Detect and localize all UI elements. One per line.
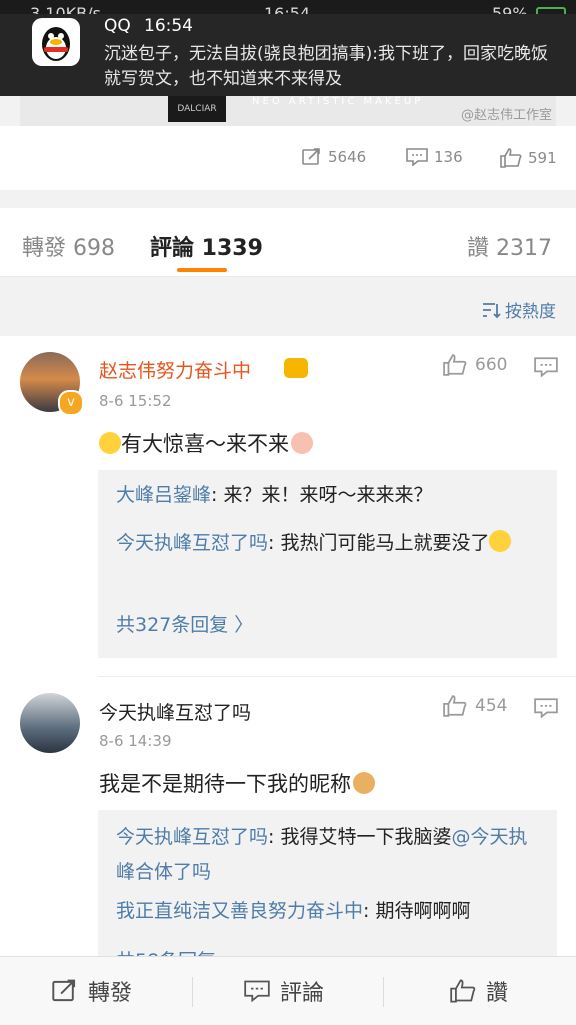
reply-user[interactable]: 大峰吕鋆峰 [116, 484, 211, 506]
comment-like-count: 660 [475, 355, 508, 375]
comment-button[interactable]: 評論 [244, 975, 324, 1007]
comment-text: 我是不是期待一下我的昵称 [99, 768, 375, 798]
sort-icon [483, 302, 501, 318]
like-count: 591 [528, 149, 557, 167]
like-label: 讚 [486, 981, 509, 1006]
comment-date: 8-6 15:52 [99, 392, 172, 410]
reply-user[interactable]: 今天执峰互怼了吗 [116, 532, 268, 554]
post-image-strip[interactable]: DALCIAR NEO ARTISTIC MAKEUP @赵志伟工作室 [20, 96, 556, 126]
comment-divider [98, 676, 576, 677]
post-stats: 5646 136 591 [0, 126, 576, 190]
thumbs-up-icon [450, 979, 476, 1003]
comment-list: v 赵志伟努力奋斗中 8-6 15:52 660 有大惊喜～来不来 大峰吕鋆峰:… [0, 336, 576, 956]
active-tab-indicator [177, 268, 227, 272]
comment-stat[interactable]: 136 [406, 148, 463, 166]
comment-date: 8-6 14:39 [99, 732, 172, 750]
reply-item: 今天执峰互怼了吗: 我热门可能马上就要没了 [116, 526, 546, 561]
verified-badge-icon: v [58, 390, 84, 416]
notification-app-name: QQ [104, 16, 131, 36]
smile-emoji-icon [489, 530, 512, 552]
comment-label: 評論 [280, 981, 325, 1006]
comment-count: 136 [434, 148, 463, 166]
comment-author[interactable]: 赵志伟努力奋斗中 [99, 356, 251, 383]
doge-emoji-icon [353, 772, 375, 794]
reply-comment-icon[interactable] [534, 356, 558, 378]
separator [383, 977, 384, 1007]
comment-icon [406, 148, 428, 166]
vip-crown-icon [284, 358, 308, 378]
comment-text: 有大惊喜～来不来 [99, 428, 313, 458]
tab-likes[interactable]: 讚 2317 [467, 230, 552, 262]
cute-emoji-icon [291, 432, 313, 454]
reply-user[interactable]: 我正直纯洁又善良努力奋斗中 [116, 900, 363, 922]
image-tagline: NEO ARTISTIC MAKEUP [252, 96, 424, 107]
like-stat[interactable]: 591 [500, 148, 557, 168]
avatar[interactable] [20, 693, 80, 753]
separator [192, 977, 193, 1007]
notification-message: 沉迷包子，无法自拔(骁良抱团搞事):我下班了，回家吃晚饭就写贺文，也不知道来不来… [104, 44, 548, 89]
image-watermark: @赵志伟工作室 [460, 108, 552, 123]
more-replies-link[interactable]: 共58条回复 [116, 946, 216, 956]
sunglasses-emoji-icon [99, 432, 121, 454]
tab-bar: 轉發 698 評論 1339 讚 2317 [0, 208, 576, 277]
reply-item: 今天执峰互怼了吗: 我得艾特一下我脑婆@今天执峰合体了吗 [116, 826, 528, 883]
comment-author[interactable]: 今天执峰互怼了吗 [99, 698, 251, 725]
comment-like-button[interactable]: 660 [443, 354, 507, 376]
qq-notification[interactable]: QQ 16:54 沉迷包子，无法自拔(骁良抱团搞事):我下班了，回家吃晚饭就写贺… [0, 14, 576, 96]
tab-forward[interactable]: 轉發 698 [22, 230, 115, 262]
sort-by-hot-button[interactable]: 按熱度 [481, 297, 556, 322]
sort-label: 按熱度 [505, 302, 556, 322]
forward-label: 轉發 [88, 981, 133, 1006]
more-replies-link[interactable]: 共327条回复 〉 [116, 610, 253, 637]
reply-comment-icon[interactable] [534, 697, 558, 719]
repost-icon [302, 148, 320, 165]
repost-icon [52, 979, 76, 1002]
bottom-action-bar: 轉發 評論 讚 [0, 956, 576, 1025]
comment-like-button[interactable]: 454 [443, 695, 507, 717]
sort-bar: 按熱度 [0, 277, 576, 335]
reply-user[interactable]: 今天执峰互怼了吗 [116, 826, 268, 848]
qq-logo-icon [32, 18, 80, 66]
comment-like-count: 454 [475, 696, 508, 716]
reply-box[interactable]: 大峰吕鋆峰: 来？来！来呀～来来来？ 今天执峰互怼了吗: 我热门可能马上就要没了… [98, 470, 557, 658]
thumbs-up-icon [443, 695, 467, 717]
notification-time: 16:54 [144, 16, 193, 36]
reply-item: 我正直纯洁又善良努力奋斗中: 期待啊啊啊 [116, 900, 471, 922]
brand-logo: DALCIAR [168, 96, 226, 122]
forward-button[interactable]: 轉發 [52, 975, 132, 1007]
repost-stat[interactable]: 5646 [302, 148, 366, 166]
tab-comments[interactable]: 評論 1339 [150, 230, 263, 262]
comment-icon [244, 980, 270, 1002]
reply-item: 大峰吕鋆峰: 来？来！来呀～来来来？ [116, 484, 433, 506]
thumbs-up-icon [500, 148, 522, 168]
thumbs-up-icon [443, 354, 467, 376]
repost-count: 5646 [328, 148, 367, 166]
reply-box[interactable]: 今天执峰互怼了吗: 我得艾特一下我脑婆@今天执峰合体了吗 我正直纯洁又善良努力奋… [98, 810, 557, 956]
like-button[interactable]: 讚 [450, 975, 508, 1007]
